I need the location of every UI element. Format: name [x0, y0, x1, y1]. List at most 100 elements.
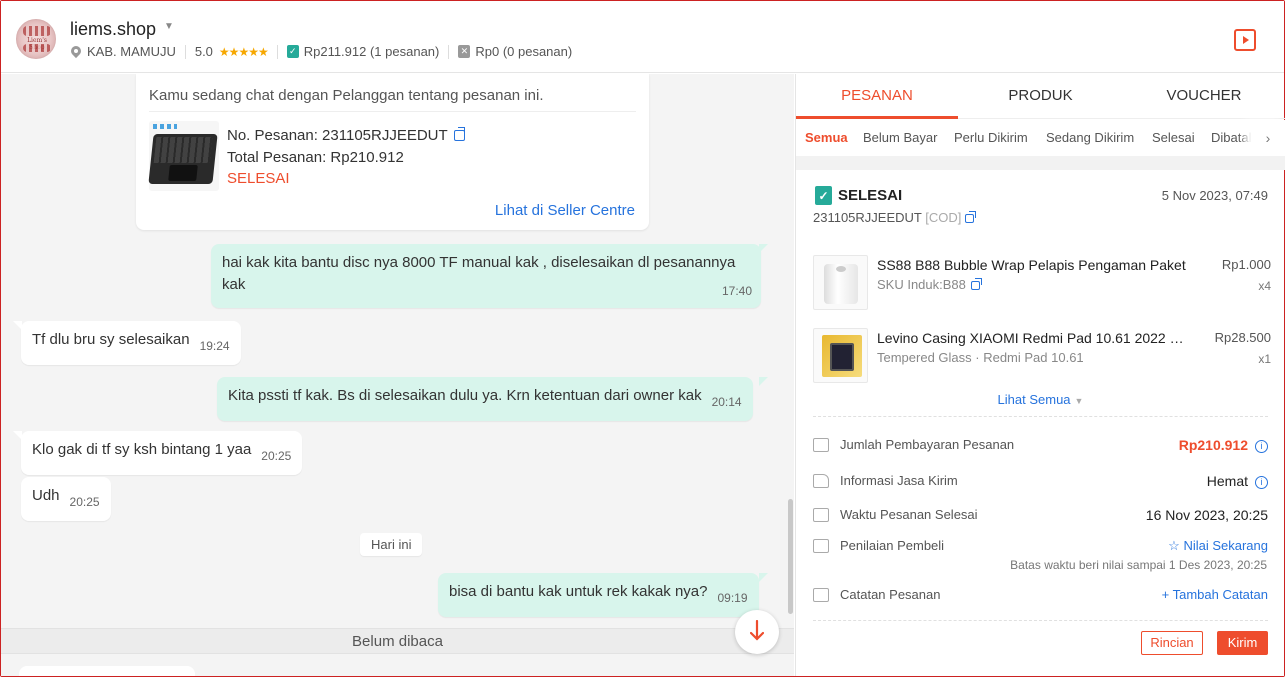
message-outgoing: bisa di bantu kak untuk rek kakak nya? 09… — [438, 573, 759, 617]
message-time: 17:40 — [721, 284, 752, 298]
cod-tag: [COD] — [925, 210, 962, 225]
active-tab-indicator — [796, 116, 958, 119]
message-outgoing: hai kak kita bantu disc nya 8000 TF manu… — [211, 244, 761, 308]
copy-icon[interactable] — [970, 278, 982, 290]
tab-voucher[interactable]: VOUCHER — [1123, 74, 1285, 119]
copy-icon[interactable] — [453, 127, 465, 141]
shipping-value: Hemat — [1206, 473, 1248, 489]
shop-rating: 5.0 — [194, 44, 213, 59]
seller-centre-link[interactable]: Lihat di Seller Centre — [495, 202, 635, 219]
tab-pesanan[interactable]: PESANAN — [796, 74, 958, 119]
item-sku: SKU Induk:B88 — [877, 277, 982, 292]
calendar-icon — [813, 508, 829, 522]
panel-tabs: PESANAN PRODUK VOUCHER — [796, 74, 1285, 119]
note-icon — [813, 588, 829, 602]
completion-value: 16 Nov 2023, 20:25 — [1145, 507, 1268, 523]
order-filter-tabs: Semua Belum Bayar Perlu Dikirim Sedang D… — [796, 120, 1285, 156]
order-status-label: SELESAI — [838, 187, 903, 204]
message-time: 20:25 — [69, 495, 100, 509]
chevron-down-icon[interactable]: ▼ — [164, 21, 174, 32]
day-separator: Hari ini — [360, 533, 423, 556]
chevron-down-icon: ▼ — [1074, 396, 1084, 406]
info-icon[interactable]: i — [1255, 440, 1268, 453]
payment-row: Jumlah Pembayaran Pesanan Rp210.912 i — [813, 436, 1268, 458]
chat-scrollbar[interactable] — [788, 499, 793, 614]
message-incoming: Klo gak di tf sy ksh bintang 1 yaa 20:25 — [21, 431, 303, 475]
arrow-down-icon — [750, 620, 764, 641]
star-outline-icon: ☆ — [1168, 538, 1180, 553]
star-rating-icon: ★★★★★ — [218, 44, 269, 59]
item-name: SS88 B88 Bubble Wrap Pelapis Pengaman Pa… — [877, 257, 1186, 273]
copy-icon[interactable] — [965, 211, 977, 223]
rating-badge-icon — [813, 539, 829, 553]
order-context-card: Kamu sedang chat dengan Pelanggan tentan… — [136, 74, 649, 230]
payment-value: Rp210.912 — [1178, 437, 1248, 453]
payment-label: Jumlah Pembayaran Pesanan — [840, 437, 1015, 452]
tab-produk[interactable]: PRODUK — [958, 74, 1123, 119]
item-price: Rp28.500 — [1214, 330, 1271, 345]
order-item[interactable]: SS88 B88 Bubble Wrap Pelapis Pengaman Pa… — [813, 255, 1271, 313]
rating-label: Penilaian Pembeli — [840, 538, 945, 553]
item-variation: Tempered Glass · Redmi Pad 10.61 — [877, 350, 1084, 365]
subtab-selesai[interactable]: Selesai — [1152, 120, 1195, 156]
message-time: 20:14 — [711, 395, 742, 409]
rating-row: Penilaian Pembeli ☆ Nilai Sekarang — [813, 537, 1268, 559]
payment-icon — [813, 438, 829, 452]
panel-toggle-icon[interactable] — [1234, 29, 1256, 51]
message-text: Udh — [32, 487, 60, 504]
unread-divider: Belum dibaca — [1, 628, 794, 654]
subtab-belum-bayar[interactable]: Belum Bayar — [863, 120, 937, 156]
unpaid-orders-summary: Rp0 (0 pesanan) — [475, 44, 573, 59]
message-text: Kita pssti tf kak. Bs di selesaikan dulu… — [228, 387, 702, 404]
subtab-semua[interactable]: Semua — [805, 120, 848, 156]
order-number: No. Pesanan: 231105RJJEEDUT — [227, 127, 465, 144]
item-qty: x1 — [1258, 352, 1271, 366]
message-text: Klo gak di tf sy ksh bintang 1 yaa — [32, 441, 252, 458]
message-incoming: Tf dlu bru sy selesaikan 19:24 — [21, 321, 241, 365]
message-text: bisa di bantu kak untuk rek kakak nya? — [449, 583, 708, 600]
rate-now-link[interactable]: ☆ Nilai Sekarang — [1168, 538, 1268, 554]
see-all-items-link[interactable]: Lihat Semua ▼ — [796, 392, 1285, 407]
order-note-row: Catatan Pesanan + Tambah Catatan — [813, 586, 1268, 608]
message-text: Tf dlu bru sy selesaikan — [32, 331, 190, 348]
completion-row: Waktu Pesanan Selesai 16 Nov 2023, 20:25 — [813, 506, 1268, 528]
order-total: Total Pesanan: Rp210.912 — [227, 149, 404, 166]
unpaid-order-icon: ✕ — [458, 45, 471, 58]
truck-icon — [813, 474, 829, 488]
scroll-to-bottom-button[interactable] — [735, 610, 779, 654]
shop-avatar[interactable]: Liem's Shop — [16, 19, 56, 59]
subtab-sedang-dikirim[interactable]: Sedang Dikirim — [1046, 120, 1134, 156]
order-date: 5 Nov 2023, 07:49 — [1161, 188, 1268, 203]
details-button[interactable]: Rincian — [1141, 631, 1203, 655]
message-outgoing: Kita pssti tf kak. Bs di selesaikan dulu… — [217, 377, 753, 421]
shipping-label: Informasi Jasa Kirim — [840, 473, 958, 488]
shop-name[interactable]: liems.shop — [70, 19, 156, 40]
chevron-right-icon[interactable]: › — [1251, 120, 1285, 156]
order-status: SELESAI — [227, 170, 290, 187]
shop-meta: KAB. MAMUJU 5.0 ★★★★★ ✓ Rp211.912 (1 pes… — [71, 44, 572, 59]
message-time: 19:24 — [199, 339, 230, 353]
message-time: 09:19 — [717, 591, 748, 605]
item-qty: x4 — [1258, 279, 1271, 293]
plus-icon: + — [1161, 587, 1170, 602]
item-name: Levino Casing XIAOMI Redmi Pad 10.61 202… — [877, 330, 1187, 346]
order-item[interactable]: Levino Casing XIAOMI Redmi Pad 10.61 202… — [813, 328, 1271, 386]
paid-orders-summary: Rp211.912 (1 pesanan) — [303, 44, 440, 59]
subtab-dibatalkan[interactable]: Dibatal — [1211, 120, 1251, 156]
info-icon[interactable]: i — [1255, 476, 1268, 489]
shipping-row: Informasi Jasa Kirim Hemat i — [813, 472, 1268, 494]
tablet-case-product-image — [813, 328, 868, 383]
message-incoming — [19, 666, 195, 676]
subtab-perlu-dikirim[interactable]: Perlu Dikirim — [954, 120, 1028, 156]
chat-header: Liem's Shop liems.shop ▼ KAB. MAMUJU 5.0… — [1, 1, 1284, 73]
location-pin-icon — [71, 46, 81, 58]
paid-order-icon: ✓ — [286, 45, 299, 58]
item-price: Rp1.000 — [1221, 257, 1271, 272]
clipboard-check-icon: ✓ — [815, 186, 832, 205]
shop-location: KAB. MAMUJU — [87, 44, 176, 59]
chat-area[interactable]: Kamu sedang chat dengan Pelanggan tentan… — [1, 74, 794, 676]
send-button[interactable]: Kirim — [1217, 631, 1268, 655]
add-note-link[interactable]: + Tambah Catatan — [1162, 587, 1268, 602]
completion-label: Waktu Pesanan Selesai — [840, 507, 978, 522]
bubble-wrap-product-image — [813, 255, 868, 310]
